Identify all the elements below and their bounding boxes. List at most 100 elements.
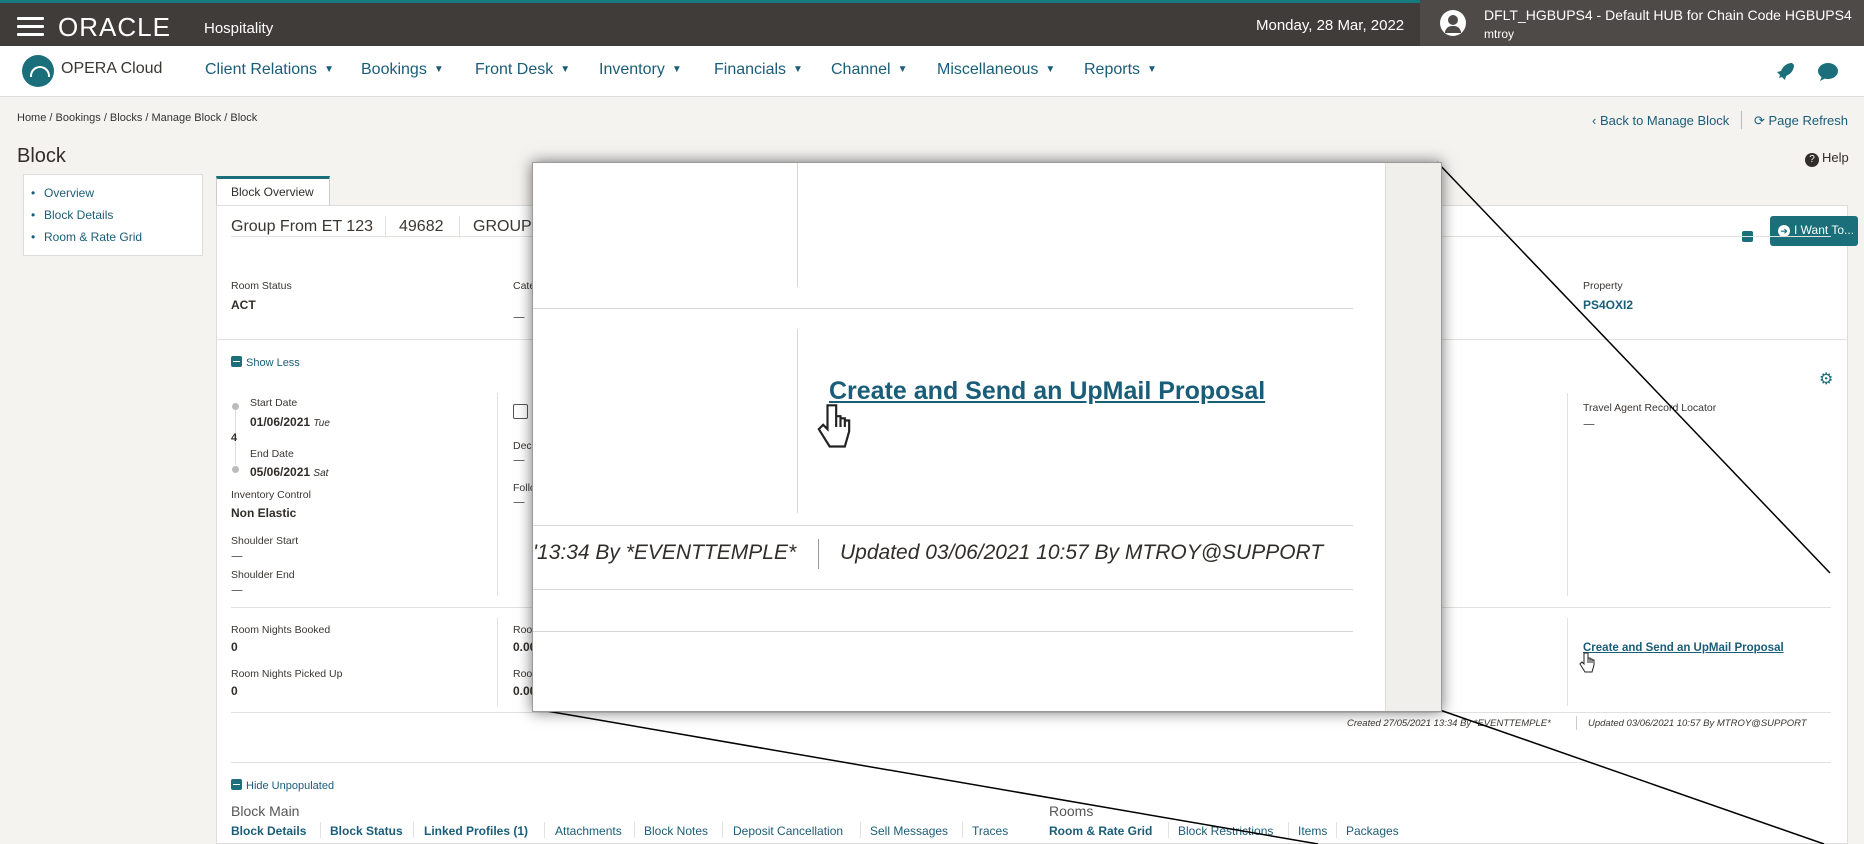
menu-reports[interactable]: Reports ▼ [1084,61,1157,79]
caret-down-icon: ▼ [560,64,571,75]
start-date-value: 01/06/2021 Tue [250,415,330,429]
caret-down-icon: ▼ [793,64,803,75]
room-nights-picked-label: Room Nights Picked Up [231,668,343,680]
show-less-toggle[interactable]: Show Less [231,355,300,369]
menu-client-relations[interactable]: Client Relations ▼ [205,61,334,79]
shoulder-end-label: Shoulder End [231,569,295,581]
hub-name[interactable]: DFLT_HGBUPS4 - Default HUB for Chain Cod… [1484,7,1852,23]
decision-value: — [513,453,525,467]
end-date-value: 05/06/2021 Sat [250,465,329,479]
checkbox[interactable] [513,404,528,419]
caret-down-icon: ▼ [1147,64,1157,75]
travel-agent-locator-value: — [1583,417,1595,431]
timeline-dot [232,403,239,410]
help-icon: ? [1805,153,1819,167]
app-name[interactable]: OPERA Cloud [61,60,162,78]
property-link[interactable]: PS4OXI2 [1583,298,1633,312]
caret-down-icon: ▼ [671,64,682,75]
user-name[interactable]: mtroy [1484,27,1514,41]
menu-channel[interactable]: Channel ▼ [831,61,908,79]
start-date-label: Start Date [250,397,298,409]
room-nights-booked-value: 0 [231,640,238,654]
property-label: Property [1583,280,1623,292]
oracle-logo: ORACLE [58,12,171,42]
hamburger-menu-icon[interactable] [17,17,44,37]
link-block-notes[interactable]: Block Notes [644,824,708,838]
shoulder-start-label: Shoulder Start [231,535,299,547]
shoulder-start-value: — [231,549,243,563]
caret-down-icon: ▼ [433,64,444,75]
rocket-icon[interactable] [1772,60,1796,84]
zoom-created-meta: '13:34 By *EVENTTEMPLE* [533,541,797,564]
tab-block-overview[interactable]: Block Overview [216,176,330,206]
refresh-icon: ⟳ [1754,113,1769,128]
product-name: Hospitality [204,20,274,37]
hide-unpopulated-toggle[interactable]: Hide Unpopulated [231,778,334,792]
caret-down-icon: ▼ [1045,64,1056,75]
link-linked-profiles[interactable]: Linked Profiles (1) [424,824,528,838]
collapse-icon [231,356,242,367]
room-nights-picked-value: 0 [231,684,238,698]
updated-meta: Updated 03/06/2021 10:57 By MTROY@SUPPOR… [1588,718,1807,729]
block-main-heading: Block Main [231,803,300,819]
page-refresh-link[interactable]: ⟳ Page Refresh [1754,113,1848,129]
side-nav: Overview Block Details Room & Rate Grid [23,174,203,256]
menu-inventory[interactable]: Inventory ▼ [599,61,682,79]
inventory-control-value: Non Elastic [231,506,297,520]
business-date: Monday, 28 Mar, 2022 [1256,17,1405,34]
create-upmail-proposal-link[interactable]: Create and Send an UpMail Proposal [1583,642,1784,654]
collapse-icon [231,779,242,790]
side-nav-overview[interactable]: Overview [31,186,94,200]
breadcrumb[interactable]: Home / Bookings / Blocks / Manage Block … [17,112,257,124]
i-want-to-button[interactable]: ➜ I Want To... [1770,216,1858,246]
rooms-heading: Rooms [1049,803,1094,819]
link-block-status[interactable]: Block Status [330,824,403,838]
inventory-control-label: Inventory Control [231,489,311,501]
help-link[interactable]: ? Help [1805,150,1849,167]
timeline-dot [232,466,239,473]
room-revenue-label: Roo [513,624,533,636]
link-room-rate-grid[interactable]: Room & Rate Grid [1049,824,1152,838]
link-attachments[interactable]: Attachments [555,824,622,838]
link-deposit-cancellation[interactable]: Deposit Cancellation [733,824,843,838]
link-sell-messages[interactable]: Sell Messages [870,824,948,838]
menu-financials[interactable]: Financials ▼ [714,61,803,79]
menu-front-desk[interactable]: Front Desk ▼ [475,61,570,79]
chat-icon[interactable] [1816,60,1840,84]
follow-up-value: — [513,495,525,509]
user-avatar-icon[interactable] [1440,10,1466,36]
menu-bookings[interactable]: Bookings ▼ [361,61,444,79]
main-nav: OPERA Cloud Client Relations ▼ Bookings ▼ … [0,46,1864,97]
room-status-label: Room Status [231,280,292,292]
hand-cursor-icon [1579,652,1595,673]
room-nights-booked-label: Room Nights Booked [231,624,331,636]
block-number: 49682 [399,218,444,235]
link-block-restrictions[interactable]: Block Restrictions [1178,824,1273,838]
side-nav-room-rate-grid[interactable]: Room & Rate Grid [31,230,142,244]
back-to-manage-block-link[interactable]: ‹ Back to Manage Block [1592,113,1729,128]
room-rate-label: Roo [513,668,533,680]
link-items[interactable]: Items [1298,824,1327,838]
link-traces[interactable]: Traces [972,824,1008,838]
end-date-label: End Date [250,448,294,460]
caret-down-icon: ▼ [897,64,908,75]
side-nav-block-details[interactable]: Block Details [31,208,113,222]
menu-miscellaneous[interactable]: Miscellaneous ▼ [937,61,1055,79]
caret-down-icon: ▼ [324,64,334,75]
created-meta: Created 27/05/2021 13:34 By *EVENTTEMPLE… [1347,718,1551,729]
block-name: Group From ET 123 [231,218,373,235]
page-title: Block [17,145,66,167]
zoom-inset: Create and Send an UpMail Proposal '13:3… [532,162,1442,712]
decision-label: Deci [513,440,535,452]
link-packages[interactable]: Packages [1346,824,1399,838]
link-block-details[interactable]: Block Details [231,824,306,838]
hand-cursor-icon [817,404,851,448]
room-status-value: ACT [231,298,256,312]
zoom-scroll-area [1385,163,1441,711]
category-value: — [513,310,525,324]
zoom-upmail-proposal-link[interactable]: Create and Send an UpMail Proposal [829,377,1265,406]
nights-value: 4 [231,432,238,444]
gear-icon[interactable]: ⚙ [1819,371,1835,387]
opera-cloud-logo-icon[interactable] [22,55,54,87]
shoulder-end-value: — [231,583,243,597]
